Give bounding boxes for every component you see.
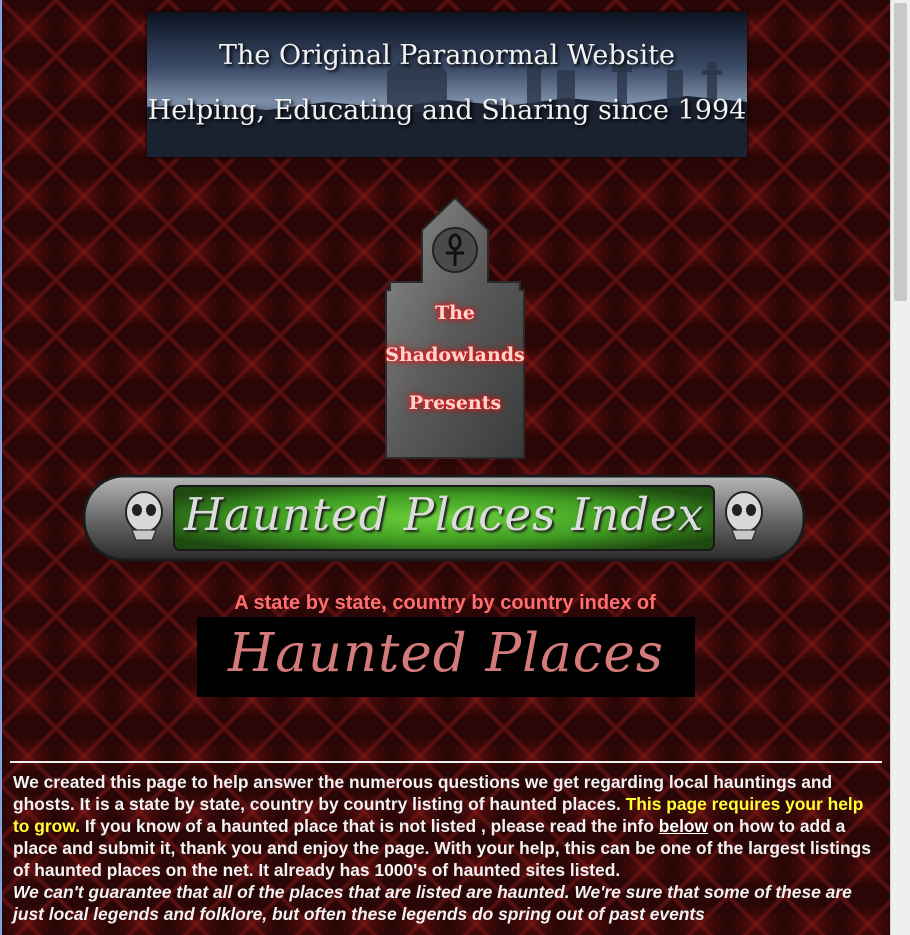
tombstone-text-shadowlands: Shadowlands — [385, 344, 525, 366]
scrollbar-thumb[interactable] — [894, 3, 907, 301]
vertical-scrollbar[interactable] — [890, 0, 910, 935]
ankh-icon — [432, 227, 478, 273]
tombstone-text-presents: Presents — [408, 392, 502, 414]
intro-text-2: If you know of a haunted place that is n… — [79, 816, 659, 836]
tombstone-text-the: The — [434, 302, 476, 324]
banner-tagline-2: Helping, Educating and Sharing since 199… — [147, 95, 747, 126]
graveyard-silhouette — [147, 57, 747, 157]
banner-tagline-1: The Original Paranormal Website — [219, 40, 675, 71]
disclaimer-text: We can't guarantee that all of the place… — [13, 882, 852, 924]
tombstone-graphic: The Shadowlands Presents — [382, 198, 528, 462]
horizontal-rule — [10, 761, 882, 763]
page-subtitle: A state by state, country by country ind… — [234, 592, 656, 614]
haunted-places-index-banner: Haunted Places Index — [82, 470, 806, 566]
top-banner: The Original Paranormal Website Helping,… — [147, 12, 747, 157]
script-title: Haunted Places — [228, 623, 664, 684]
index-title: Haunted Places Index — [183, 488, 705, 541]
window-frame-left — [0, 0, 2, 935]
haunted-places-script-banner: Haunted Places — [197, 617, 695, 697]
below-link[interactable]: below — [659, 816, 708, 836]
intro-paragraph: We created this page to help answer the … — [13, 771, 878, 925]
